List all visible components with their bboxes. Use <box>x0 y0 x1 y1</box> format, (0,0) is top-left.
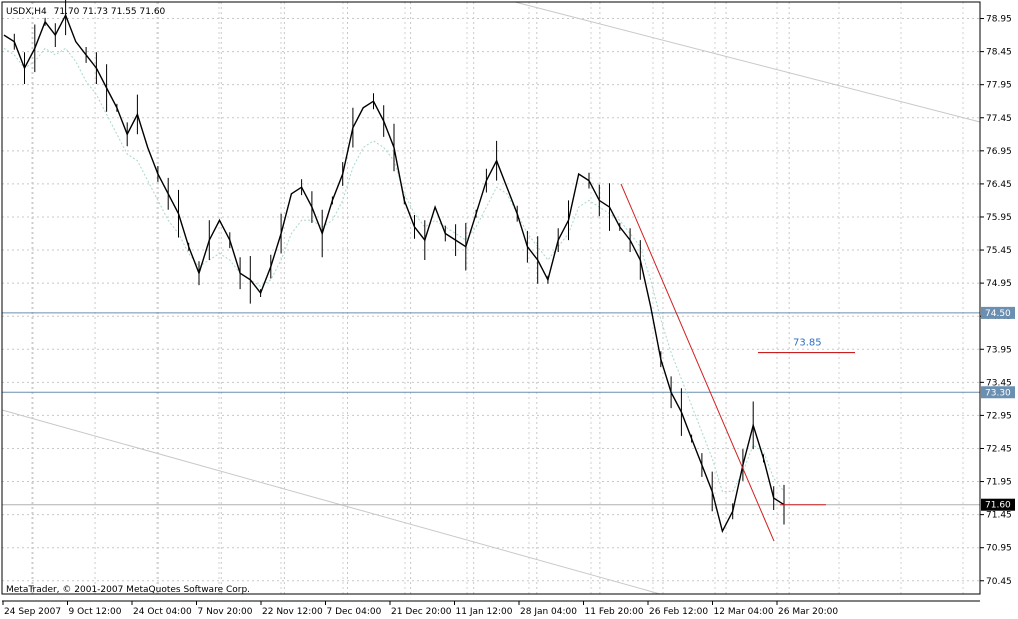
x-tick-label: 11 Jan 12:00 <box>456 607 513 617</box>
y-tick-label: 73.95 <box>986 345 1012 355</box>
copyright-text: MetaTrader, © 2001-2007 MetaQuotes Softw… <box>6 585 250 595</box>
y-tick-label: 70.45 <box>986 577 1012 587</box>
y-tick-label: 75.95 <box>986 213 1012 223</box>
annotation-label: 73.85 <box>793 338 822 349</box>
chart-header: USDX,H4 71.70 71.73 71.55 71.60 <box>6 7 166 17</box>
y-tick-label: 75.45 <box>986 246 1012 256</box>
level-tag-label: 74.50 <box>985 309 1011 319</box>
y-tick-label: 76.45 <box>986 180 1012 190</box>
y-tick-label: 77.45 <box>986 114 1012 124</box>
x-tick-label: 22 Nov 12:00 <box>262 607 323 617</box>
x-tick-label: 7 Dec 04:00 <box>327 607 382 617</box>
y-tick-label: 78.95 <box>986 15 1012 25</box>
x-tick-label: 26 Mar 20:00 <box>778 607 838 617</box>
level-tag-label: 73.30 <box>985 388 1011 398</box>
x-tick-label: 9 Oct 12:00 <box>69 607 122 617</box>
y-tick-label: 74.95 <box>986 279 1012 289</box>
x-tick-label: 24 Oct 04:00 <box>133 607 192 617</box>
x-tick-label: 26 Feb 12:00 <box>649 607 708 617</box>
y-tick-label: 71.45 <box>986 511 1012 521</box>
y-tick-label: 76.95 <box>986 147 1012 157</box>
y-tick-label: 78.45 <box>986 48 1012 58</box>
chart-ohlc: 71.70 71.73 71.55 71.60 <box>54 7 166 17</box>
x-tick-label: 24 Sep 2007 <box>4 607 61 617</box>
price-chart[interactable]: 78.95 78.45 77.95 77.45 76.95 76.45 75.95 75.45… <box>0 0 1018 619</box>
level-tag-label: 71.60 <box>985 501 1011 511</box>
x-tick-label: 12 Mar 04:00 <box>714 607 774 617</box>
y-tick-label: 77.95 <box>986 81 1012 91</box>
y-tick-label: 72.95 <box>986 411 1012 421</box>
y-tick-label: 71.95 <box>986 478 1012 488</box>
x-tick-label: 11 Feb 20:00 <box>585 607 644 617</box>
x-tick-label: 7 Nov 20:00 <box>198 607 253 617</box>
x-tick-label: 21 Dec 20:00 <box>391 607 452 617</box>
y-tick-label: 70.95 <box>986 544 1012 554</box>
x-tick-label: 28 Jan 04:00 <box>520 607 577 617</box>
chart-symbol: USDX,H4 <box>6 7 47 17</box>
y-tick-label: 72.45 <box>986 444 1012 454</box>
